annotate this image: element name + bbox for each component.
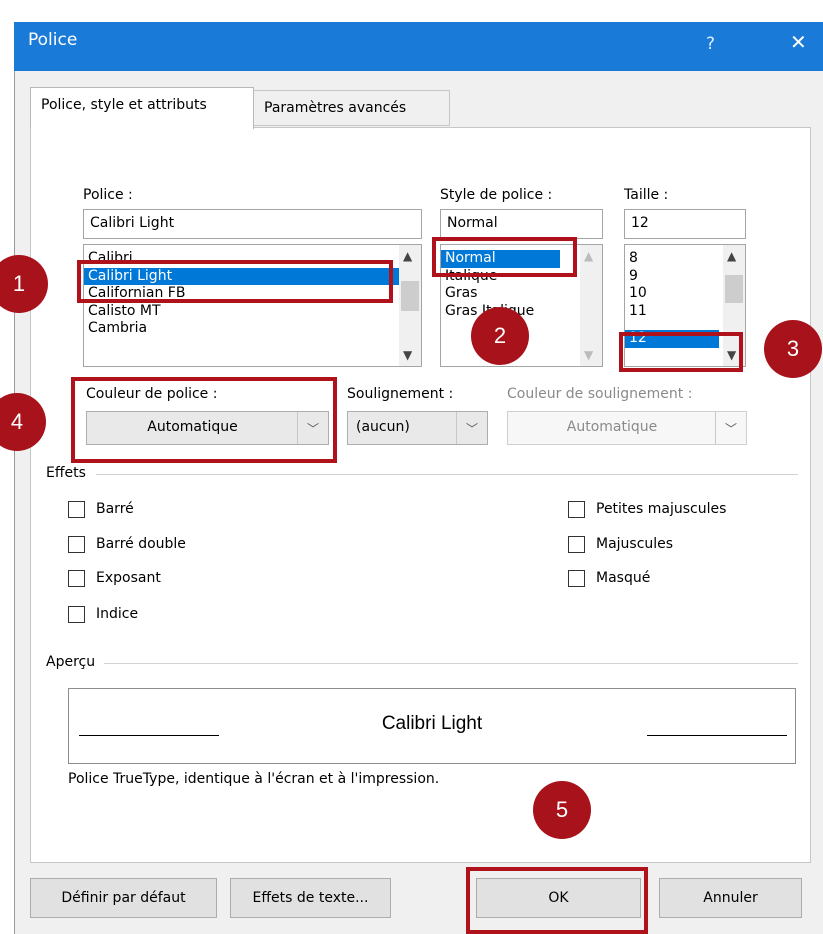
size-label: Taille : — [624, 187, 669, 203]
chevron-down-icon[interactable]: ﹀ — [456, 412, 487, 444]
set-default-button[interactable]: Définir par défaut — [30, 878, 217, 918]
scroll-up-icon[interactable]: ▲ — [584, 249, 593, 263]
preview-line-right — [647, 735, 787, 736]
strikethrough-checkbox[interactable] — [68, 501, 85, 518]
subscript-checkbox[interactable] — [68, 606, 85, 623]
list-item[interactable]: Calisto MT — [84, 303, 421, 321]
font-input[interactable]: Calibri Light — [83, 209, 422, 239]
chevron-down-icon[interactable]: ﹀ — [715, 412, 746, 444]
preview-box: Calibri Light — [68, 688, 796, 764]
underline-label: Soulignement : — [347, 386, 454, 402]
list-item[interactable]: Gras — [441, 285, 602, 303]
preview-note: Police TrueType, identique à l'écran et … — [68, 771, 440, 787]
underline-color-label: Couleur de soulignement : — [507, 386, 693, 402]
text-effects-button[interactable]: Effets de texte... — [230, 878, 391, 918]
scrollbar[interactable]: ▲ ▼ — [580, 245, 602, 366]
style-label: Style de police : — [440, 187, 553, 203]
divider — [96, 474, 798, 475]
hidden-checkbox[interactable] — [568, 570, 585, 587]
effects-title: Effets — [46, 465, 86, 481]
superscript-checkbox[interactable] — [68, 570, 85, 587]
preview-title: Aperçu — [46, 654, 96, 670]
highlight-font-item — [77, 260, 393, 303]
checkbox-label: Indice — [96, 606, 139, 622]
scroll-thumb[interactable] — [401, 281, 419, 311]
underline-color-dropdown[interactable]: Automatique ﹀ — [507, 411, 747, 445]
size-input[interactable]: 12 — [624, 209, 746, 239]
style-input[interactable]: Normal — [440, 209, 603, 239]
help-icon[interactable]: ? — [706, 34, 715, 54]
scrollbar[interactable]: ▲ ▼ — [399, 245, 421, 366]
cancel-button[interactable]: Annuler — [659, 878, 802, 918]
checkbox-label: Barré — [96, 501, 134, 517]
preview-line-left — [79, 735, 219, 736]
scroll-thumb[interactable] — [725, 275, 743, 303]
title-bar: Police ? ✕ — [14, 22, 823, 71]
checkbox-label: Petites majuscules — [596, 501, 727, 517]
divider — [104, 663, 798, 664]
highlight-style-item — [432, 237, 577, 277]
scroll-down-icon[interactable]: ▼ — [584, 348, 593, 362]
checkbox-label: Barré double — [96, 536, 186, 552]
highlight-font-color — [71, 377, 337, 463]
scroll-up-icon[interactable]: ▲ — [403, 249, 412, 263]
checkbox-label: Majuscules — [596, 536, 674, 552]
step-badge-3: 3 — [764, 320, 822, 378]
scroll-down-icon[interactable]: ▼ — [403, 348, 412, 362]
checkbox-label: Masqué — [596, 570, 651, 586]
step-badge-5: 5 — [533, 781, 591, 839]
highlight-ok-button — [466, 867, 648, 934]
double-strikethrough-checkbox[interactable] — [68, 536, 85, 553]
preview-sample: Calibri Light — [381, 713, 483, 734]
scroll-up-icon[interactable]: ▲ — [727, 249, 736, 263]
list-item[interactable]: Cambria — [84, 320, 421, 338]
step-badge-2: 2 — [471, 307, 529, 365]
all-caps-checkbox[interactable] — [568, 536, 585, 553]
highlight-size-item — [619, 332, 743, 372]
tab-font-style[interactable]: Police, style et attributs — [30, 87, 254, 129]
dropdown-value: (aucun) — [356, 419, 410, 435]
checkbox-label: Exposant — [96, 570, 161, 586]
dropdown-value: Automatique — [566, 419, 658, 435]
close-icon[interactable]: ✕ — [790, 30, 807, 54]
font-label: Police : — [83, 187, 133, 203]
small-caps-checkbox[interactable] — [568, 501, 585, 518]
underline-dropdown[interactable]: (aucun) ﹀ — [347, 411, 488, 445]
window-title: Police — [28, 30, 78, 50]
tab-advanced[interactable]: Paramètres avancés — [254, 90, 450, 126]
